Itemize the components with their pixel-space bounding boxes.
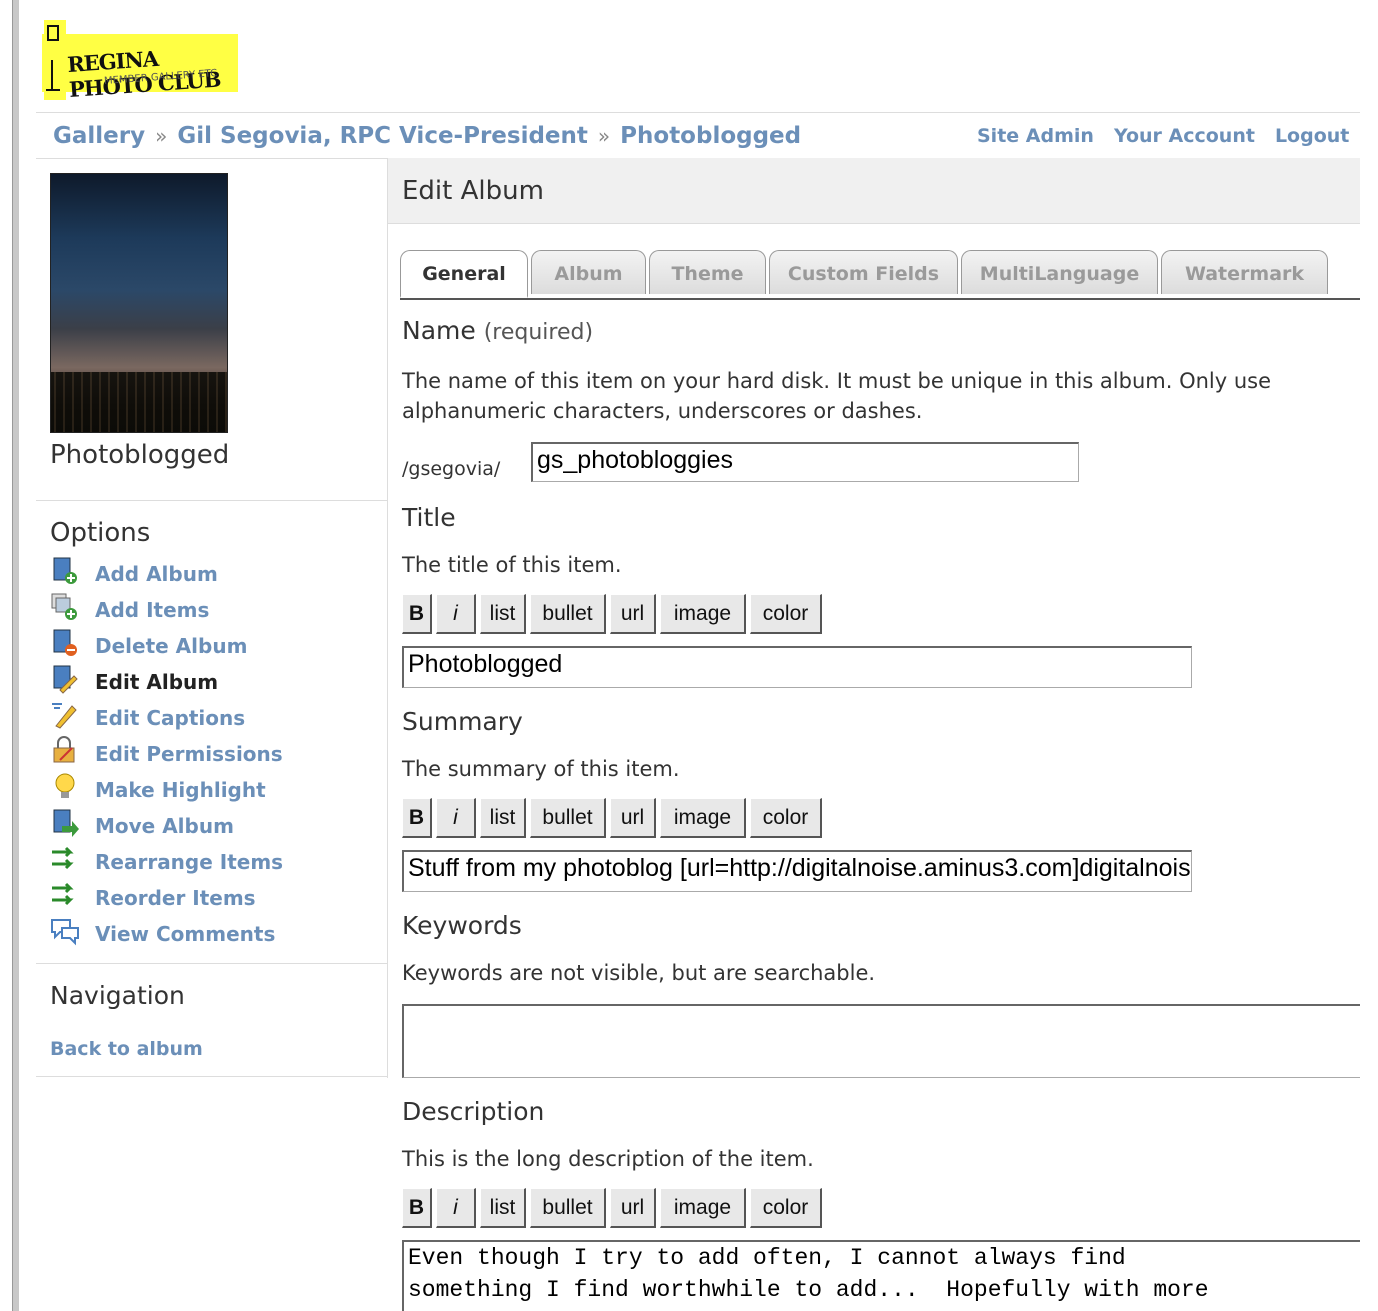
name-label: Name	[402, 316, 476, 345]
delete-album-icon	[53, 629, 77, 656]
edit-permissions-icon	[53, 736, 75, 763]
bold-button[interactable]: B	[402, 594, 432, 634]
keywords-help: Keywords are not visible, but are search…	[402, 961, 876, 985]
required-note: (required)	[483, 320, 594, 345]
sidebar: Photoblogged Options Add Album Add Items…	[36, 158, 388, 1078]
bold-button[interactable]: B	[402, 798, 432, 838]
url-button[interactable]: url	[610, 594, 656, 634]
name-input[interactable]: gs_photobloggies	[531, 442, 1079, 482]
site-admin-link[interactable]: Site Admin	[977, 125, 1094, 147]
logout-link[interactable]: Logout	[1275, 125, 1349, 147]
add-items-icon	[51, 593, 77, 620]
add-album-icon	[53, 557, 77, 584]
title-help: The title of this item.	[402, 553, 622, 577]
tab-custom-fields[interactable]: Custom Fields	[769, 250, 958, 294]
color-button[interactable]: color	[750, 594, 822, 634]
description-label: Description	[402, 1097, 545, 1126]
color-button[interactable]: color	[750, 798, 822, 838]
breadcrumb-gallery[interactable]: Gallery	[53, 123, 145, 149]
italic-button[interactable]: i	[436, 798, 476, 838]
option-label: Make Highlight	[95, 778, 266, 802]
bullet-button[interactable]: bullet	[530, 594, 606, 634]
summary-help: The summary of this item.	[402, 757, 680, 781]
option-label: Delete Album	[95, 634, 248, 658]
options-heading: Options	[50, 518, 151, 548]
tab-album[interactable]: Album	[531, 250, 646, 294]
tab-general[interactable]: General	[400, 250, 528, 298]
sidebar-divider	[36, 500, 387, 501]
main-content: Edit Album General Album Theme Custom Fi…	[388, 158, 1360, 1311]
italic-button[interactable]: i	[436, 594, 476, 634]
option-label: Add Album	[95, 562, 218, 586]
name-label-group: Name (required)	[402, 316, 593, 345]
breadcrumb-current[interactable]: Photoblogged	[620, 123, 801, 149]
image-button[interactable]: image	[660, 1188, 746, 1228]
bullet-button[interactable]: bullet	[530, 798, 606, 838]
image-button[interactable]: image	[660, 798, 746, 838]
move-album-icon	[53, 809, 79, 837]
navigation-heading: Navigation	[50, 981, 185, 1010]
lightbulb-icon	[55, 773, 75, 798]
your-account-link[interactable]: Your Account	[1114, 125, 1255, 147]
option-label: Reorder Items	[95, 886, 256, 910]
list-button[interactable]: list	[480, 798, 526, 838]
bullet-button[interactable]: bullet	[530, 1188, 606, 1228]
list-button[interactable]: list	[480, 1188, 526, 1228]
album-thumbnail-title: Photoblogged	[50, 440, 230, 470]
keywords-label: Keywords	[402, 911, 522, 940]
path-prefix: /gsegovia/	[402, 458, 501, 480]
option-label: Edit Captions	[95, 706, 246, 730]
window-left-border	[0, 0, 20, 1311]
option-label: Add Items	[95, 598, 210, 622]
tab-multilanguage[interactable]: MultiLanguage	[961, 250, 1158, 294]
rearrange-icon	[52, 846, 74, 870]
image-button[interactable]: image	[660, 594, 746, 634]
summary-input[interactable]: Stuff from my photoblog [url=http://digi…	[402, 850, 1192, 892]
tab-watermark[interactable]: Watermark	[1161, 250, 1328, 294]
option-label: View Comments	[95, 922, 276, 946]
album-thumbnail[interactable]	[50, 173, 228, 433]
edit-captions-icon	[52, 703, 77, 729]
reorder-icon	[52, 882, 74, 906]
breadcrumb-separator: »	[155, 124, 168, 148]
option-label: Rearrange Items	[95, 850, 284, 874]
breadcrumb-separator: »	[597, 124, 611, 148]
page-title: Edit Album	[402, 176, 544, 206]
tab-bar: General Album Theme Custom Fields MultiL…	[400, 250, 1360, 300]
option-label: Edit Permissions	[95, 742, 283, 766]
page-header: Edit Album	[388, 158, 1360, 224]
name-help: The name of this item on your hard disk.…	[402, 369, 1272, 423]
tab-theme[interactable]: Theme	[649, 250, 766, 294]
keywords-textarea[interactable]	[402, 1004, 1360, 1078]
url-button[interactable]: url	[610, 1188, 656, 1228]
option-label: Edit Album	[95, 670, 219, 694]
summary-label: Summary	[402, 707, 523, 736]
edit-album-icon	[53, 665, 78, 694]
breadcrumb-user-album[interactable]: Gil Segovia, RPC Vice-President	[177, 123, 588, 149]
italic-button[interactable]: i	[436, 1188, 476, 1228]
title-label: Title	[402, 503, 456, 532]
site-logo[interactable]: REGINA PHOTO CLUB MEMBER GALLERY ETC	[42, 20, 242, 102]
sidebar-divider	[36, 1076, 387, 1077]
option-label: Move Album	[95, 814, 234, 838]
url-button[interactable]: url	[610, 798, 656, 838]
list-button[interactable]: list	[480, 594, 526, 634]
top-bar: Gallery » Gil Segovia, RPC Vice-President »…	[36, 112, 1360, 159]
description-help: This is the long description of the item…	[402, 1147, 814, 1171]
bold-button[interactable]: B	[402, 1188, 432, 1228]
top-links: Site Admin Your Account Logout	[977, 125, 1360, 147]
breadcrumb: Gallery » Gil Segovia, RPC Vice-President »…	[53, 123, 801, 149]
comments-icon	[51, 919, 79, 946]
sidebar-divider	[36, 963, 387, 964]
description-textarea[interactable]: Even though I try to add often, I cannot…	[402, 1240, 1360, 1311]
back-to-album-link[interactable]: Back to album	[50, 1038, 203, 1060]
color-button[interactable]: color	[750, 1188, 822, 1228]
title-input[interactable]: Photoblogged	[402, 646, 1192, 688]
